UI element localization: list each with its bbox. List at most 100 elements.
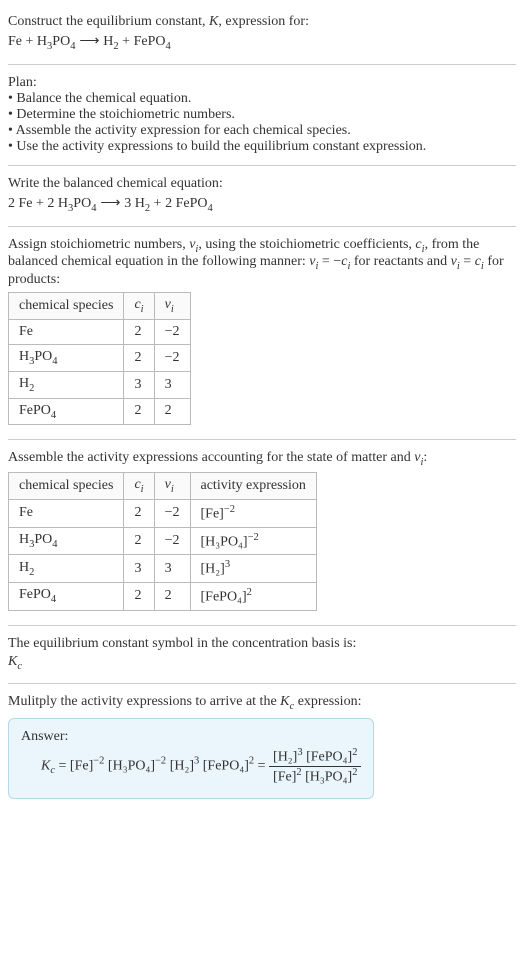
table-row: Fe 2 −2 [Fe]−2 bbox=[9, 499, 317, 527]
k: K bbox=[8, 654, 17, 669]
sub: 2 bbox=[29, 383, 34, 394]
cell-ci: 2 bbox=[124, 582, 154, 610]
cell-species: H3PO4 bbox=[9, 527, 124, 555]
sup: −2 bbox=[224, 504, 235, 515]
mid: PO bbox=[34, 532, 52, 547]
sub: i bbox=[171, 304, 174, 315]
term: [FePO₄] bbox=[199, 759, 249, 774]
k-symbol: K bbox=[209, 14, 218, 29]
plus: + bbox=[119, 34, 134, 49]
sup: 3 bbox=[225, 559, 230, 570]
divider bbox=[8, 683, 516, 684]
col-nui: νi bbox=[154, 293, 190, 320]
sub: 2 bbox=[29, 567, 34, 578]
table-header-row: chemical species ci νi bbox=[9, 293, 191, 320]
sub: 4 bbox=[207, 203, 212, 214]
sub: i bbox=[171, 484, 174, 495]
name: FePO bbox=[19, 403, 51, 418]
sub: 4 bbox=[165, 41, 170, 52]
name: Fe bbox=[19, 505, 33, 520]
cell-ci: 3 bbox=[124, 371, 154, 398]
answer-section: Mulitply the activity expressions to arr… bbox=[8, 688, 516, 804]
divider bbox=[8, 165, 516, 166]
multiply-intro: Mulitply the activity expressions to arr… bbox=[8, 694, 516, 712]
sup: 2 bbox=[247, 587, 252, 598]
eq: = bbox=[55, 759, 70, 774]
term: [H₃PO₄] bbox=[104, 759, 155, 774]
col-ci: ci bbox=[124, 293, 154, 320]
species-h3po4: H bbox=[37, 34, 47, 49]
bracket: [H₃PO₄] bbox=[201, 534, 248, 549]
text: = bbox=[460, 254, 475, 269]
intro-section: Construct the equilibrium constant, K, e… bbox=[8, 8, 516, 60]
kc-symbol-line: Kc bbox=[8, 654, 516, 672]
name: H bbox=[19, 532, 29, 547]
plus: + bbox=[33, 196, 48, 211]
stoich-table: chemical species ci νi Fe 2 −2 H3PO4 2 −… bbox=[8, 292, 191, 425]
name: H bbox=[19, 560, 29, 575]
cell-ci: 3 bbox=[124, 555, 154, 583]
coef: 2 bbox=[8, 196, 19, 211]
cell-species: Fe bbox=[9, 319, 124, 344]
bracket: [Fe] bbox=[201, 507, 224, 522]
sub: 4 bbox=[52, 356, 57, 367]
cell-ci: 2 bbox=[124, 398, 154, 425]
answer-box: Answer: Kc = [Fe]−2 [H₃PO₄]−2 [H₂]3 [FeP… bbox=[8, 718, 374, 798]
cell-species: FePO4 bbox=[9, 398, 124, 425]
text: Mulitply the activity expressions to arr… bbox=[8, 694, 280, 709]
name: Fe bbox=[19, 324, 33, 339]
species-fe: Fe bbox=[8, 34, 22, 49]
text: expression: bbox=[294, 694, 361, 709]
sub: i bbox=[141, 484, 144, 495]
sub: c bbox=[17, 660, 22, 671]
sub: 4 bbox=[52, 539, 57, 550]
col-nui: νi bbox=[154, 473, 190, 500]
divider bbox=[8, 625, 516, 626]
species-fe: Fe bbox=[19, 196, 33, 211]
plus: + bbox=[150, 196, 165, 211]
reaction-arrow-icon: ⟶ bbox=[75, 32, 103, 48]
activity-table: chemical species ci νi activity expressi… bbox=[8, 472, 317, 610]
text: Assign stoichiometric numbers, bbox=[8, 237, 189, 252]
sup: 2 bbox=[352, 747, 357, 758]
col-species: chemical species bbox=[9, 473, 124, 500]
species-h3po4-mid: PO bbox=[52, 34, 70, 49]
cell-species: FePO4 bbox=[9, 582, 124, 610]
table-row: H2 3 3 bbox=[9, 371, 191, 398]
activity-section: Assemble the activity expressions accoun… bbox=[8, 444, 516, 620]
cell-ci: 2 bbox=[124, 319, 154, 344]
table-row: H3PO4 2 −2 [H₃PO₄]−2 bbox=[9, 527, 317, 555]
species-fepo4: FePO bbox=[134, 34, 166, 49]
sub: 4 bbox=[51, 594, 56, 605]
cell-ci: 2 bbox=[124, 499, 154, 527]
term: [H₂] bbox=[273, 750, 297, 765]
cell-species: H2 bbox=[9, 371, 124, 398]
cell-nui: −2 bbox=[154, 319, 190, 344]
plan-title: Plan: bbox=[8, 75, 516, 91]
term: [H₃PO₄] bbox=[302, 770, 353, 785]
answer-equation: Kc = [Fe]−2 [H₃PO₄]−2 [H₂]3 [FePO₄]2 = [… bbox=[21, 747, 361, 785]
unbalanced-equation: Fe + H3PO4 ⟶ H2 + FePO4 bbox=[8, 32, 516, 52]
k: K bbox=[280, 694, 289, 709]
cell-ci: 2 bbox=[124, 527, 154, 555]
balanced-intro: Write the balanced chemical equation: bbox=[8, 176, 516, 192]
table-row: FePO4 2 2 [FePO₄]2 bbox=[9, 582, 317, 610]
activity-intro: Assemble the activity expressions accoun… bbox=[8, 450, 516, 468]
cell-ci: 2 bbox=[124, 344, 154, 371]
bracket: [FePO₄] bbox=[201, 590, 247, 605]
reaction-arrow-icon: ⟶ bbox=[96, 194, 124, 210]
numerator: [H₂]3 [FePO₄]2 bbox=[269, 747, 361, 767]
cell-nui: −2 bbox=[154, 344, 190, 371]
text: , using the stoichiometric coefficients, bbox=[198, 237, 415, 252]
col-species: chemical species bbox=[9, 293, 124, 320]
cell-nui: 3 bbox=[154, 371, 190, 398]
text: : bbox=[423, 450, 427, 465]
cell-species: H2 bbox=[9, 555, 124, 583]
text: Assemble the activity expressions accoun… bbox=[8, 450, 414, 465]
mid: PO bbox=[34, 349, 52, 364]
cell-nui: 2 bbox=[154, 398, 190, 425]
intro-text-2: , expression for: bbox=[218, 14, 309, 29]
divider bbox=[8, 226, 516, 227]
balanced-section: Write the balanced chemical equation: 2 … bbox=[8, 170, 516, 222]
cell-nui: −2 bbox=[154, 499, 190, 527]
